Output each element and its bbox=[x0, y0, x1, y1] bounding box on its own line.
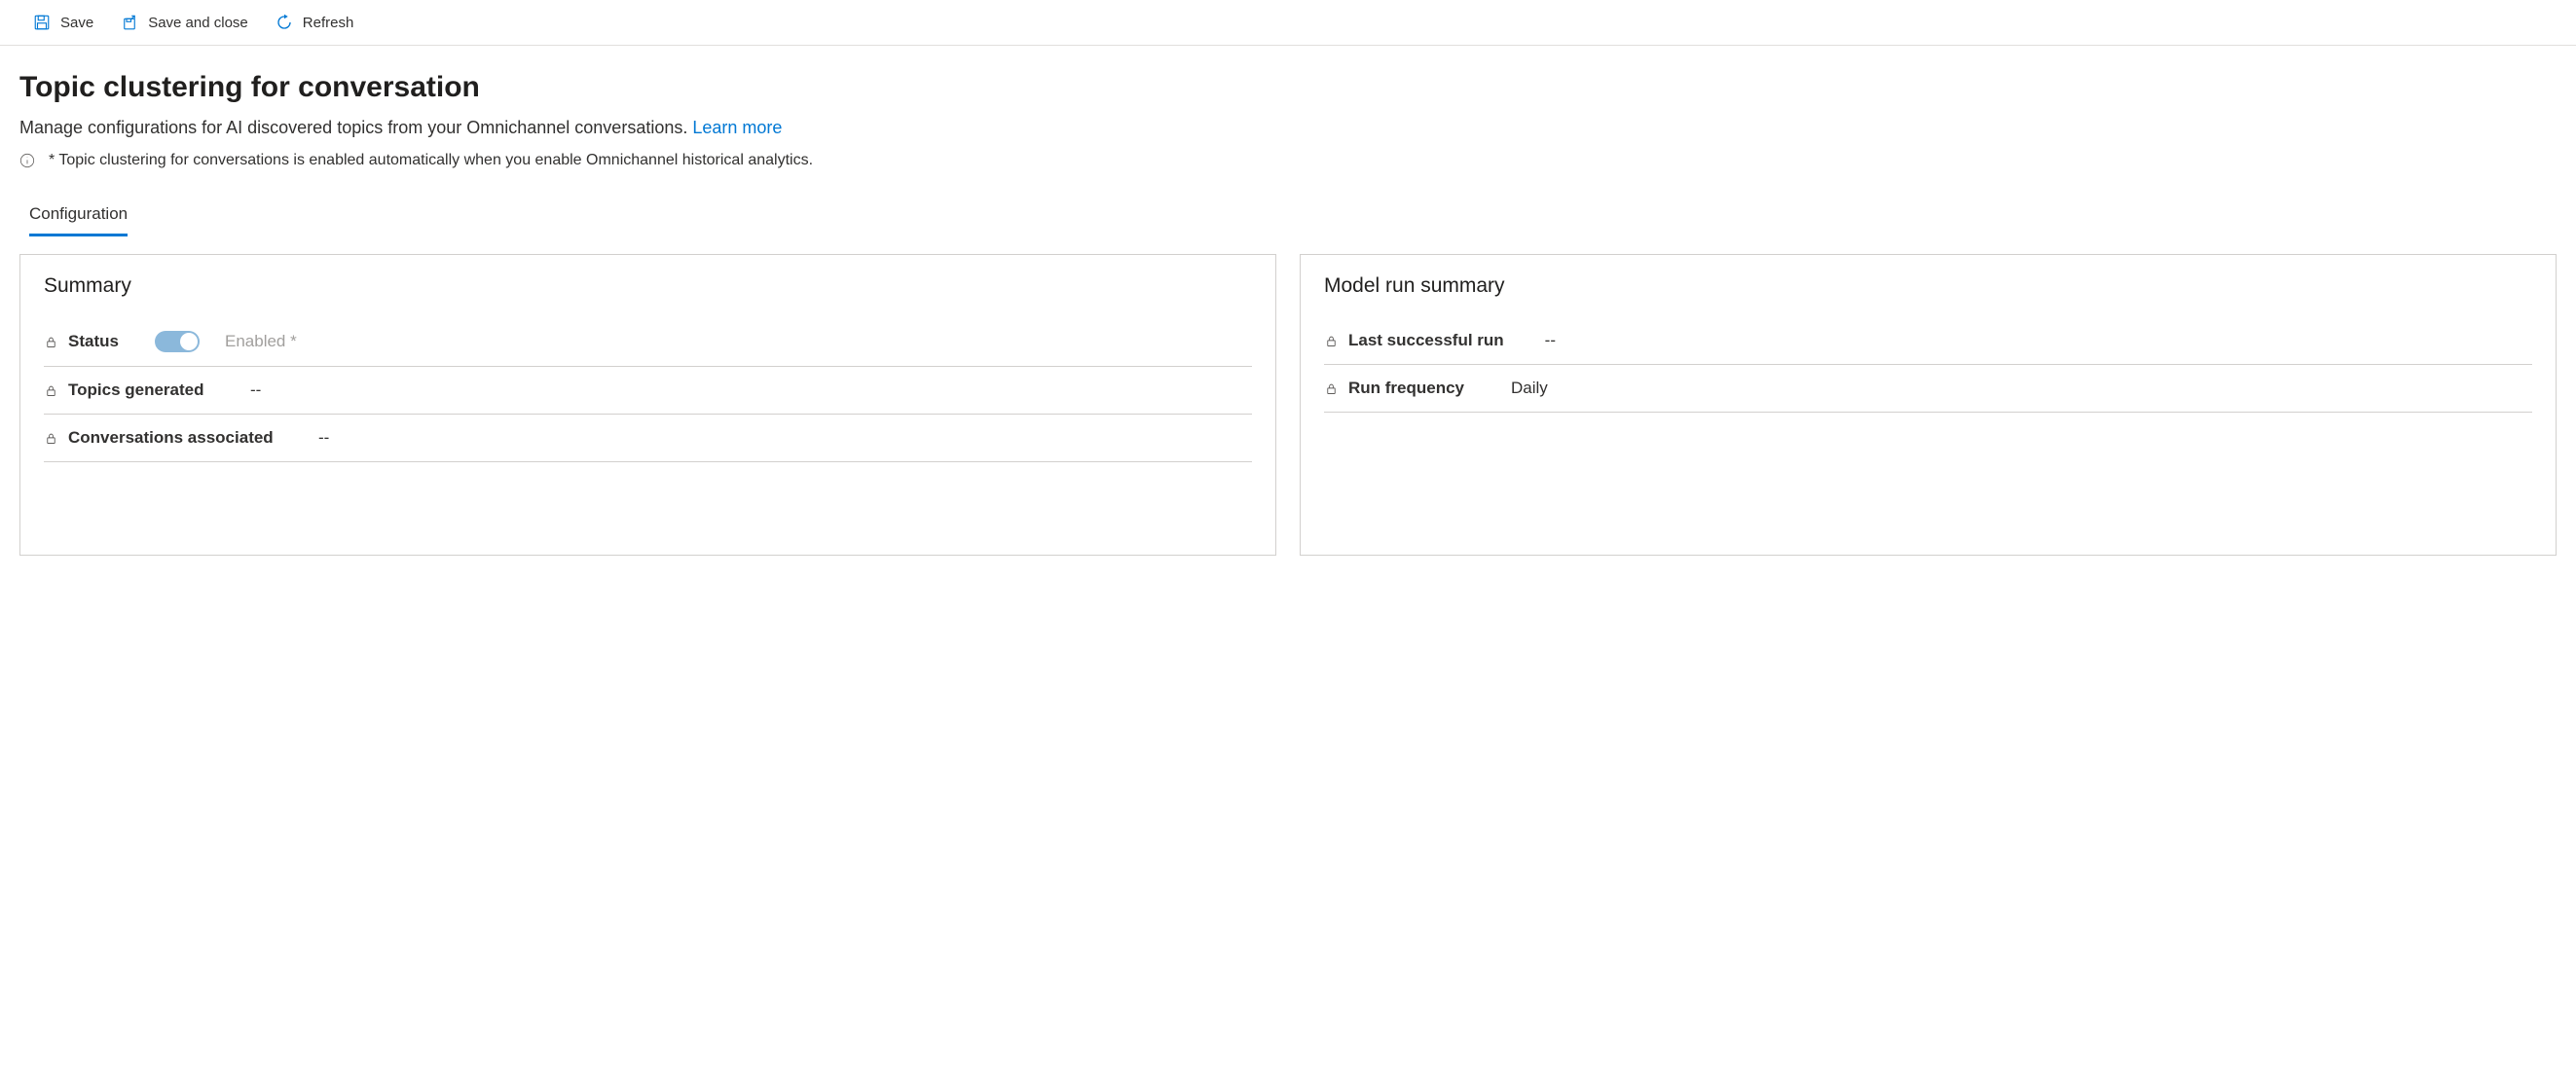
lock-icon bbox=[1324, 381, 1339, 396]
conversations-associated-label: Conversations associated bbox=[44, 428, 277, 448]
info-icon bbox=[19, 153, 35, 168]
tab-list: Configuration bbox=[19, 195, 2557, 236]
page-description-text: Manage configurations for AI discovered … bbox=[19, 118, 692, 137]
toggle-knob bbox=[180, 333, 198, 350]
topics-generated-value: -- bbox=[250, 380, 261, 400]
status-label: Status bbox=[44, 332, 122, 351]
card-container: Summary Status Enabled * bbox=[19, 254, 2557, 556]
lock-icon bbox=[1324, 334, 1339, 348]
save-icon bbox=[33, 14, 51, 31]
page-content: Topic clustering for conversation Manage… bbox=[0, 46, 2576, 581]
topics-generated-label: Topics generated bbox=[44, 380, 209, 400]
status-row: Status Enabled * bbox=[44, 317, 1252, 367]
frequency-value: Daily bbox=[1511, 379, 1548, 398]
refresh-button[interactable]: Refresh bbox=[276, 14, 354, 31]
model-run-card: Model run summary Last successful run -- bbox=[1300, 254, 2557, 556]
save-and-close-button[interactable]: Save and close bbox=[121, 14, 248, 31]
refresh-button-label: Refresh bbox=[303, 15, 354, 31]
save-button-label: Save bbox=[60, 15, 93, 31]
last-run-value: -- bbox=[1545, 331, 1556, 350]
save-button[interactable]: Save bbox=[33, 14, 93, 31]
save-and-close-button-label: Save and close bbox=[148, 15, 248, 31]
lock-icon bbox=[44, 431, 58, 446]
frequency-label: Run frequency bbox=[1324, 379, 1470, 398]
learn-more-link[interactable]: Learn more bbox=[692, 118, 782, 137]
status-toggle[interactable] bbox=[155, 331, 200, 352]
tab-configuration[interactable]: Configuration bbox=[29, 195, 128, 236]
save-close-icon bbox=[121, 14, 138, 31]
info-note-row: * Topic clustering for conversations is … bbox=[19, 152, 2557, 169]
model-run-heading: Model run summary bbox=[1324, 274, 2532, 298]
conversations-associated-row: Conversations associated -- bbox=[44, 415, 1252, 462]
summary-card: Summary Status Enabled * bbox=[19, 254, 1276, 556]
page-description: Manage configurations for AI discovered … bbox=[19, 118, 2557, 138]
conversations-associated-value: -- bbox=[318, 428, 329, 448]
command-bar: Save Save and close Refresh bbox=[0, 0, 2576, 46]
last-run-row: Last successful run -- bbox=[1324, 317, 2532, 365]
summary-heading: Summary bbox=[44, 274, 1252, 298]
conversations-associated-label-text: Conversations associated bbox=[68, 428, 274, 448]
lock-icon bbox=[44, 335, 58, 349]
refresh-icon bbox=[276, 14, 293, 31]
status-toggle-text: Enabled * bbox=[225, 332, 297, 351]
info-note-text: * Topic clustering for conversations is … bbox=[49, 152, 813, 169]
frequency-label-text: Run frequency bbox=[1348, 379, 1464, 398]
page-title: Topic clustering for conversation bbox=[19, 71, 2557, 104]
frequency-row: Run frequency Daily bbox=[1324, 365, 2532, 413]
topics-generated-row: Topics generated -- bbox=[44, 367, 1252, 415]
last-run-label-text: Last successful run bbox=[1348, 331, 1504, 350]
lock-icon bbox=[44, 383, 58, 398]
status-label-text: Status bbox=[68, 332, 119, 351]
last-run-label: Last successful run bbox=[1324, 331, 1504, 350]
topics-generated-label-text: Topics generated bbox=[68, 380, 204, 400]
